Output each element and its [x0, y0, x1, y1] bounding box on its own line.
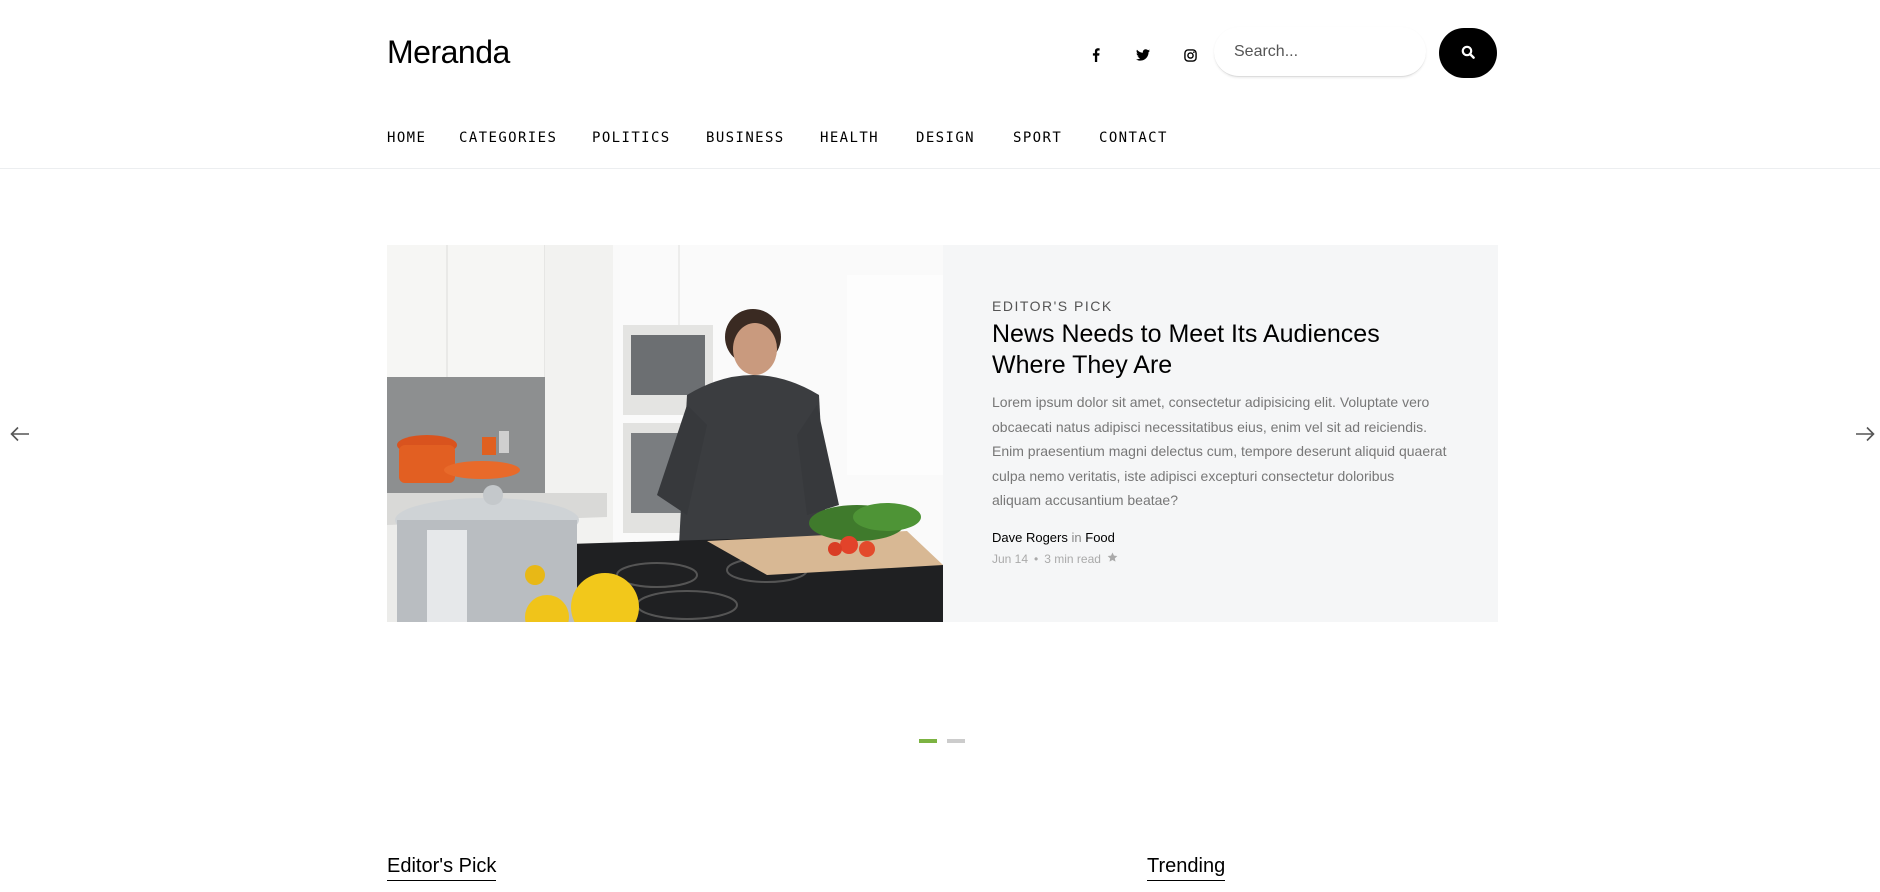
read-time: 3 min read — [1044, 552, 1101, 566]
site-header: Meranda HOME CATEGORIES POLITICS BUSINES… — [0, 0, 1880, 169]
search-input[interactable] — [1214, 27, 1426, 77]
search-button[interactable] — [1439, 28, 1497, 78]
post-date: Jun 14 — [992, 552, 1029, 566]
section-title-trending: Trending — [1147, 854, 1226, 881]
nav-politics[interactable]: POLITICS — [592, 130, 671, 146]
nav-home[interactable]: HOME — [387, 130, 426, 146]
category-link[interactable]: Food — [1085, 530, 1115, 545]
nav-design[interactable]: DESIGN — [916, 130, 975, 146]
instagram-icon[interactable] — [1179, 44, 1201, 66]
twitter-icon[interactable] — [1132, 44, 1154, 66]
nav-business[interactable]: BUSINESS — [706, 130, 785, 146]
nav-sport[interactable]: SPORT — [1013, 130, 1062, 146]
hero-title[interactable]: News Needs to Meet Its Audiences Where T… — [992, 319, 1412, 381]
carousel-dot-active[interactable] — [919, 739, 937, 743]
hero-byline: Dave Rogers in Food — [992, 530, 1115, 545]
meta-separator: • — [1034, 552, 1039, 566]
arrow-left-icon[interactable] — [8, 422, 32, 446]
arrow-right-icon[interactable] — [1853, 422, 1877, 446]
hero-kicker[interactable]: EDITOR'S PICK — [992, 298, 1113, 314]
hero-image[interactable] — [387, 245, 943, 622]
author-link[interactable]: Dave Rogers — [992, 530, 1068, 545]
hero-excerpt: Lorem ipsum dolor sit amet, consectetur … — [992, 394, 1447, 508]
search-icon — [1461, 45, 1475, 62]
nav-contact[interactable]: CONTACT — [1099, 130, 1168, 146]
nav-health[interactable]: HEALTH — [820, 130, 879, 146]
site-logo[interactable]: Meranda — [387, 34, 510, 71]
facebook-icon[interactable] — [1085, 44, 1107, 66]
hero-meta: Jun 14 • 3 min read — [992, 552, 1118, 566]
byline-in: in — [1071, 530, 1082, 545]
star-icon[interactable] — [1107, 552, 1118, 566]
carousel-dot[interactable] — [947, 739, 965, 743]
nav-categories[interactable]: CATEGORIES — [459, 130, 557, 146]
section-title-editors-pick: Editor's Pick — [387, 854, 497, 881]
